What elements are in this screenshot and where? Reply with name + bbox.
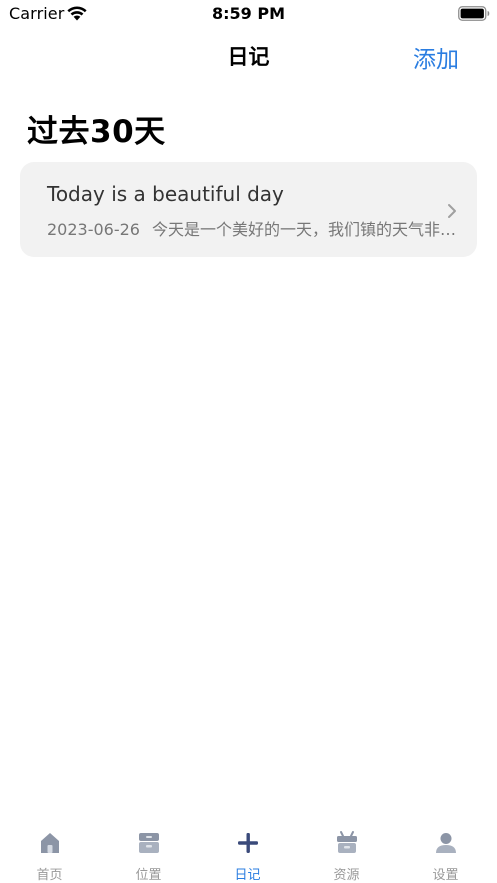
tab-settings-label: 设置 (432, 868, 459, 883)
tab-resources-label: 资源 (333, 868, 360, 883)
tab-resources[interactable]: 资源 (297, 818, 396, 883)
plus-icon (237, 833, 258, 853)
chevron-right-icon (448, 204, 456, 218)
battery-icon (458, 6, 490, 21)
diary-entry-card[interactable]: Today is a beautiful day 2023-06-26 今天是一个… (20, 162, 477, 257)
location-box-icon (138, 833, 159, 853)
tab-diary-label: 日记 (234, 868, 261, 883)
person-icon (435, 833, 456, 853)
entry-date: 2023-06-26 (47, 220, 140, 239)
tab-diary[interactable]: 日记 (198, 818, 297, 883)
status-bar: Carrier 8:59 PM (0, 0, 497, 30)
tab-bar: 首页 位置 日记 资源 设置 (0, 818, 497, 883)
section-title: 过去30天 (27, 114, 166, 150)
tab-home[interactable]: 首页 (0, 818, 99, 883)
add-button[interactable]: 添加 (413, 40, 459, 74)
resource-box-icon (336, 831, 357, 853)
entry-preview: 今天是一个美好的一天，我们镇的天气非常好 (151, 220, 459, 239)
tab-settings[interactable]: 设置 (396, 818, 495, 883)
diary-screen: Carrier 8:59 PM 日记 添加 过去30天 Today is a b… (0, 0, 497, 883)
tab-location[interactable]: 位置 (99, 818, 198, 883)
home-icon (40, 833, 59, 853)
entry-title: Today is a beautiful day (47, 182, 284, 206)
status-time: 8:59 PM (211, 4, 285, 23)
tab-home-label: 首页 (36, 868, 63, 883)
tab-location-label: 位置 (135, 868, 162, 883)
entry-subtitle: 2023-06-26 今天是一个美好的一天，我们镇的天气非常好 (47, 216, 459, 240)
